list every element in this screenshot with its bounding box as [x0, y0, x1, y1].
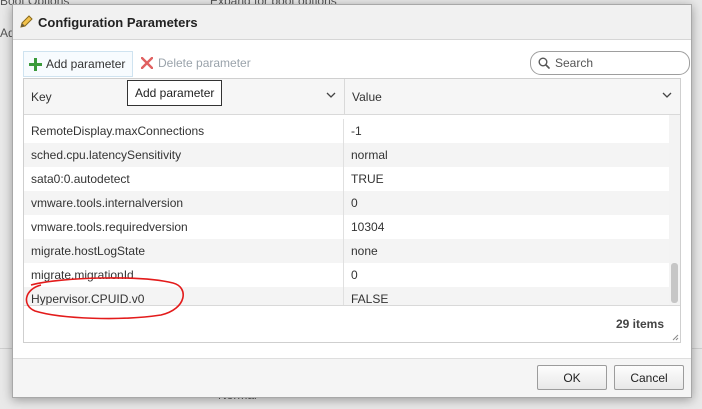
table-row[interactable]: vmware.tools.internalversion 0	[24, 191, 669, 215]
table-row[interactable]: migrate.migrationId 0	[24, 263, 669, 287]
key-cell: sata0:0.autodetect	[24, 167, 344, 191]
grid-scrollbar[interactable]	[669, 115, 680, 306]
value-cell[interactable]: none	[344, 239, 669, 263]
value-cell[interactable]: 0	[344, 191, 669, 215]
pencil-icon	[20, 15, 33, 28]
dialog-button-bar: OK Cancel	[13, 358, 691, 397]
delete-x-icon	[141, 57, 153, 69]
chevron-down-icon[interactable]	[662, 92, 672, 99]
value-cell[interactable]: 0	[344, 263, 669, 287]
search-input[interactable]	[553, 55, 682, 71]
key-cell: migrate.hostLogState	[24, 239, 344, 263]
add-parameter-tooltip: Add parameter	[127, 80, 223, 106]
grid-header: Key Value	[24, 79, 680, 115]
dialog-title: Configuration Parameters	[38, 14, 198, 30]
delete-parameter-label: Delete parameter	[158, 56, 251, 70]
column-header-value[interactable]: Value	[345, 79, 680, 114]
scrollbar-thumb[interactable]	[671, 263, 678, 303]
key-cell: vmware.tools.requiredversion	[24, 215, 344, 239]
key-cell: sched.cpu.latencySensitivity	[24, 143, 344, 167]
column-header-key-label: Key	[31, 89, 52, 104]
key-cell: RemoteDisplay.maxConnections	[24, 119, 344, 143]
value-cell[interactable]: TRUE	[344, 167, 669, 191]
search-icon	[538, 57, 550, 69]
table-row[interactable]: vmware.tools.requiredversion 10304	[24, 215, 669, 239]
chevron-down-icon[interactable]	[326, 92, 336, 99]
grid-rows: RemoteDisplay.maxConnections -1 sched.cp…	[24, 119, 669, 311]
configuration-parameters-dialog: Configuration Parameters Add parameter D…	[12, 4, 692, 398]
table-row[interactable]: sata0:0.autodetect TRUE	[24, 167, 669, 191]
toolbar: Add parameter Delete parameter	[23, 51, 690, 77]
value-cell[interactable]: normal	[344, 143, 669, 167]
table-row[interactable]: sched.cpu.latencySensitivity normal	[24, 143, 669, 167]
key-cell: vmware.tools.internalversion	[24, 191, 344, 215]
table-row[interactable]: RemoteDisplay.maxConnections -1	[24, 119, 669, 143]
plus-icon	[29, 57, 42, 71]
ok-button[interactable]: OK	[537, 365, 607, 390]
table-row[interactable]: migrate.hostLogState none	[24, 239, 669, 263]
parameters-grid: Key Value RemoteDisplay.maxConnections -…	[23, 78, 681, 343]
add-parameter-button[interactable]: Add parameter	[23, 51, 133, 77]
dialog-titlebar: Configuration Parameters	[13, 5, 691, 40]
delete-parameter-button[interactable]: Delete parameter	[141, 51, 251, 75]
resize-grip-icon[interactable]	[672, 334, 679, 341]
item-count: 29 items	[615, 317, 664, 331]
grid-footer: 29 items	[24, 305, 680, 342]
column-header-value-label: Value	[352, 89, 382, 104]
search-box[interactable]	[530, 51, 690, 75]
key-cell: migrate.migrationId	[24, 263, 344, 287]
add-parameter-label: Add parameter	[46, 57, 126, 71]
cancel-button[interactable]: Cancel	[614, 365, 684, 390]
value-cell[interactable]: 10304	[344, 215, 669, 239]
value-cell[interactable]: -1	[344, 119, 669, 143]
